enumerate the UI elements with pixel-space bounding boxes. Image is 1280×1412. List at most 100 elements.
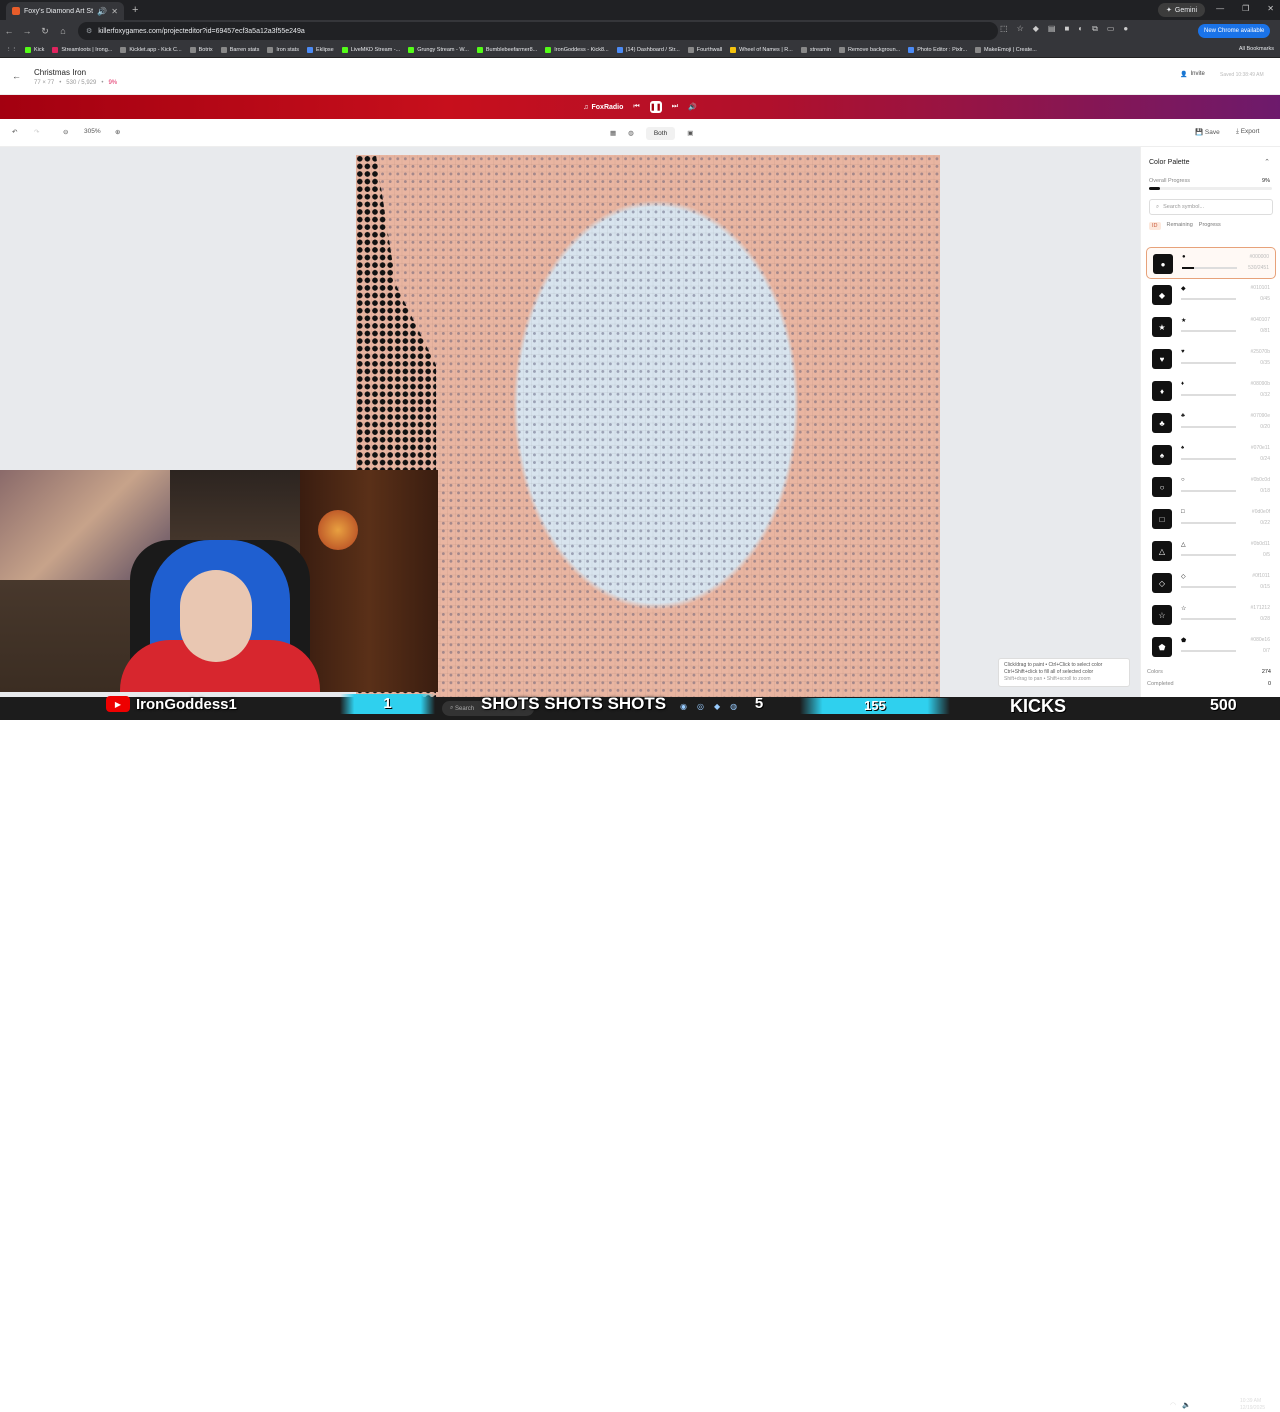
bookmark[interactable]: Grungy Stream - W... (408, 46, 469, 53)
wifi-icon[interactable]: ◠ (1170, 1401, 1176, 1409)
puzzle-icon[interactable]: ⧉ (1092, 24, 1098, 34)
bookmark[interactable]: (14) Dashboard / Str... (616, 46, 680, 53)
apps-icon[interactable]: ⋮⋮ (6, 47, 17, 53)
audio-icon[interactable]: 🔊 (97, 7, 107, 16)
pause-button[interactable]: ❚❚ (649, 101, 662, 113)
undo-icon[interactable]: ↶ (12, 128, 17, 136)
volume-icon[interactable]: 🔊 (688, 103, 697, 111)
color-row[interactable]: ★ ★ #040107 0/81 (1146, 311, 1276, 343)
color-count: 0/32 (1260, 392, 1270, 398)
color-progress-bar (1181, 618, 1236, 620)
color-row[interactable]: △ △ #0b0d11 0/5 (1146, 535, 1276, 567)
gemini-button[interactable]: ✦ Gemini (1158, 3, 1206, 17)
extension-icon[interactable]: ■ (1064, 24, 1069, 34)
home-icon[interactable]: ⌂ (54, 26, 72, 36)
minimize-icon[interactable]: — (1216, 4, 1224, 13)
color-row[interactable]: ♣ ♣ #07090e 0/20 (1146, 407, 1276, 439)
bookmark[interactable]: Iron stats (267, 46, 299, 53)
sidebar-icon[interactable]: ▭ (1107, 24, 1115, 34)
bookmark[interactable]: streamin (800, 46, 831, 53)
bookmark-icon (975, 46, 982, 53)
bookmark[interactable]: Eklipse (306, 46, 334, 53)
new-tab-icon[interactable]: + (132, 4, 138, 16)
bookmark[interactable]: LiveMKD Stream -... (341, 46, 400, 53)
all-bookmarks-folder[interactable]: All Bookmarks (1239, 46, 1274, 52)
bookmark[interactable]: IronGoddess - Kick8... (545, 46, 609, 53)
youtube-icon: ▶ (106, 696, 130, 712)
symbol-search-input[interactable]: ⌕ Search symbol... (1149, 199, 1273, 215)
bookmark[interactable]: Remove backgroun... (838, 46, 900, 53)
image-view-icon[interactable]: ▣ (687, 129, 693, 137)
app-icon[interactable]: ◉ (680, 702, 687, 711)
bookmark[interactable]: MakeEmoji | Create... (975, 46, 1037, 53)
panel-title: Color Palette (1149, 159, 1190, 166)
extension-icon[interactable]: ▤ (1048, 24, 1056, 34)
zoom-in-icon[interactable]: ⊕ (115, 128, 120, 136)
app-icon[interactable]: ◆ (714, 702, 720, 711)
color-row[interactable]: ⬟ ⬟ #080e16 0/7 (1146, 631, 1276, 663)
bookmark[interactable]: Photo Editor : Pixlr... (908, 46, 967, 53)
bookmark-star-icon[interactable]: ☆ (1017, 24, 1024, 34)
bookmark[interactable]: Fourthwall (687, 46, 722, 53)
color-row[interactable]: ♥ ♥ #25070b 0/35 (1146, 343, 1276, 375)
color-row[interactable]: ♠ ♠ #070e11 0/24 (1146, 439, 1276, 471)
color-row[interactable]: □ □ #0d0e0f 0/22 (1146, 503, 1276, 535)
color-symbol: ★ (1181, 318, 1187, 324)
bookmark[interactable]: Kick (25, 46, 44, 53)
browser-tab[interactable]: Foxy's Diamond Art Studio 🔊 ✕ (6, 2, 124, 20)
color-row[interactable]: ● ● #000000 530/2451 (1146, 247, 1276, 279)
bookmark-icon (838, 46, 845, 53)
chevron-up-icon[interactable]: ⌃ (1264, 158, 1270, 166)
grid-view-icon[interactable]: ▦ (610, 129, 616, 137)
volume-icon[interactable]: 🔈 (1182, 1401, 1191, 1409)
bookmark[interactable]: Kicklet.app - Kick C... (120, 46, 182, 53)
both-view-button[interactable]: Both (645, 126, 676, 140)
browser-tab-strip: Foxy's Diamond Art Studio 🔊 ✕ + ✦Gemini … (0, 0, 1280, 20)
back-icon[interactable]: ← (0, 26, 18, 36)
save-button[interactable]: 💾 Save (1195, 128, 1220, 136)
taskbar-clock[interactable]: 10:39 AM 12/19/2025 (1240, 1398, 1265, 1412)
sort-tab-remaining[interactable]: Remaining (1167, 222, 1193, 230)
back-arrow-icon[interactable]: ← (12, 71, 21, 81)
invite-button[interactable]: 👤 Invite (1180, 71, 1205, 78)
color-row[interactable]: ♦ ♦ #08090b 0/32 (1146, 375, 1276, 407)
export-button[interactable]: ⤓ Export (1236, 128, 1259, 136)
maximize-icon[interactable]: ❐ (1242, 4, 1249, 13)
sort-tab-id[interactable]: ID (1149, 222, 1161, 230)
close-window-icon[interactable]: ✕ (1267, 4, 1274, 13)
bookmark-icon (730, 46, 737, 53)
url-field[interactable]: ⚙ killerfoxygames.com/projecteditor?id=6… (78, 22, 998, 40)
color-row[interactable]: ☆ ☆ #171212 0/28 (1146, 599, 1276, 631)
update-chrome-button[interactable]: New Chrome available (1198, 24, 1271, 38)
bookmark[interactable]: Barren stats (220, 46, 259, 53)
bookmark[interactable]: Botrix (189, 46, 213, 53)
color-row[interactable]: ◆ ◆ #010101 0/45 (1146, 279, 1276, 311)
redo-icon[interactable]: ↷ (34, 128, 39, 136)
user-icon: 👤 (1180, 72, 1188, 78)
bookmark[interactable]: Wheel of Names | R... (730, 46, 793, 53)
color-row[interactable]: ◇ ◇ #0f1011 0/15 (1146, 567, 1276, 599)
zoom-out-icon[interactable]: ⊖ (63, 128, 68, 136)
forward-icon[interactable]: → (18, 26, 36, 36)
sort-tab-progress[interactable]: Progress (1199, 222, 1221, 230)
install-icon[interactable]: ⬚ (1000, 24, 1008, 34)
close-tab-icon[interactable]: ✕ (111, 7, 118, 16)
streamer-name-tag: ▶ IronGoddess1 (106, 694, 237, 714)
site-info-icon[interactable]: ⚙ (86, 27, 92, 35)
reload-icon[interactable]: ↻ (36, 26, 54, 37)
bookmark-icon (267, 46, 274, 53)
color-row[interactable]: ○ ○ #0b0c0d 0/18 (1146, 471, 1276, 503)
extension-icon[interactable]: ◐ (1078, 24, 1083, 34)
bookmark[interactable]: Streamloots | Irong... (52, 46, 112, 53)
profile-icon[interactable]: ● (1123, 24, 1128, 34)
extension-icon[interactable]: ◆ (1033, 24, 1039, 34)
bookmark[interactable]: Bumblebeefarmer8... (476, 46, 537, 53)
color-symbol: ⬟ (1181, 638, 1187, 644)
chrome-icon[interactable]: ◎ (697, 702, 704, 711)
next-track-icon[interactable]: ⏭ (672, 103, 678, 111)
previous-track-icon[interactable]: ⏮ (633, 103, 639, 111)
color-view-icon[interactable]: ◍ (628, 129, 634, 137)
app-icon[interactable]: ◍ (730, 702, 737, 711)
diamond-grid[interactable] (356, 155, 940, 697)
color-count: 0/20 (1260, 424, 1270, 430)
